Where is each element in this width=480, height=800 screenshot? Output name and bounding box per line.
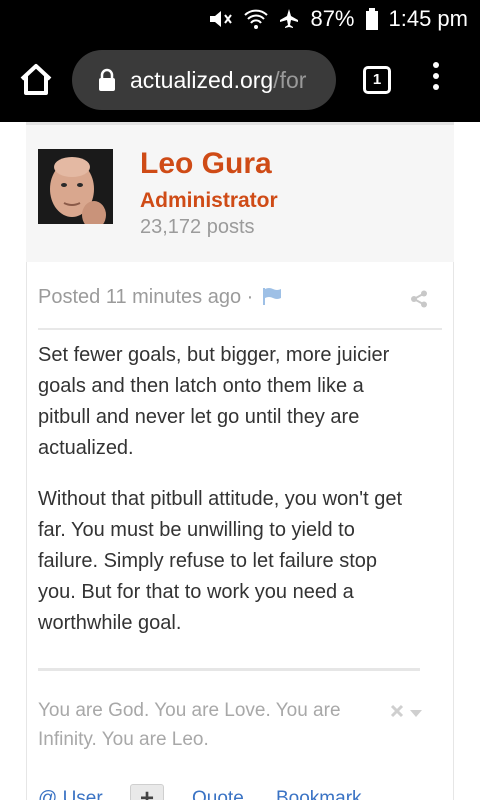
wifi-icon [244, 8, 269, 30]
post-body: Set fewer goals, but bigger, more juicie… [38, 340, 418, 659]
menu-dot-icon [433, 73, 439, 79]
tab-switcher-button[interactable]: 1 [363, 66, 391, 94]
quote-link[interactable]: Quote [192, 788, 244, 800]
flag-icon[interactable] [262, 287, 282, 310]
clock: 1:45 pm [388, 6, 469, 31]
author-post-count: 23,172 posts [140, 216, 255, 238]
mute-icon [208, 8, 234, 30]
author-panel: Leo Gura Administrator 23,172 posts [26, 122, 454, 262]
author-role: Administrator [140, 189, 278, 212]
divider [38, 328, 442, 330]
address-bar[interactable]: actualized.org/for [72, 50, 336, 110]
url-host: actualized.org [130, 66, 274, 93]
post-paragraph: Set fewer goals, but bigger, more juicie… [38, 344, 390, 459]
status-bar: 87% 1:45 pm [0, 0, 480, 38]
browser-toolbar: actualized.org/for 1 [0, 38, 480, 122]
post-actions: @ User + Quote Bookmark [38, 784, 458, 800]
signature: You are God. You are Love. You are Infin… [38, 700, 341, 750]
multiquote-button[interactable]: + [130, 784, 164, 800]
posted-time[interactable]: Posted 11 minutes ago · [38, 286, 253, 308]
url-path: /for [273, 66, 307, 93]
post-paragraph: Without that pitbull attitude, you won't… [38, 488, 403, 634]
share-icon[interactable] [410, 290, 428, 313]
battery-icon [365, 8, 379, 30]
chevron-down-icon[interactable] [410, 705, 422, 723]
lock-icon [99, 68, 115, 91]
signature-divider [38, 668, 420, 671]
home-button[interactable] [16, 60, 56, 100]
post-meta: Posted 11 minutes ago · [38, 286, 442, 316]
mention-user-link[interactable]: @ User [38, 788, 103, 800]
menu-dot-icon [433, 62, 439, 68]
close-icon[interactable] [390, 704, 404, 723]
avatar[interactable] [38, 149, 113, 224]
menu-dot-icon [433, 84, 439, 90]
overflow-menu-button[interactable] [426, 62, 446, 98]
airplane-icon [278, 8, 300, 30]
url-text: actualized.org/for [130, 67, 306, 94]
bookmark-link[interactable]: Bookmark [276, 788, 362, 800]
page-content: Leo Gura Administrator 23,172 posts Post… [0, 122, 480, 800]
author-name[interactable]: Leo Gura [140, 147, 272, 181]
home-icon [20, 64, 52, 95]
battery-percent: 87% [310, 6, 355, 31]
signature-controls[interactable] [390, 704, 422, 723]
avatar-image [38, 149, 113, 224]
